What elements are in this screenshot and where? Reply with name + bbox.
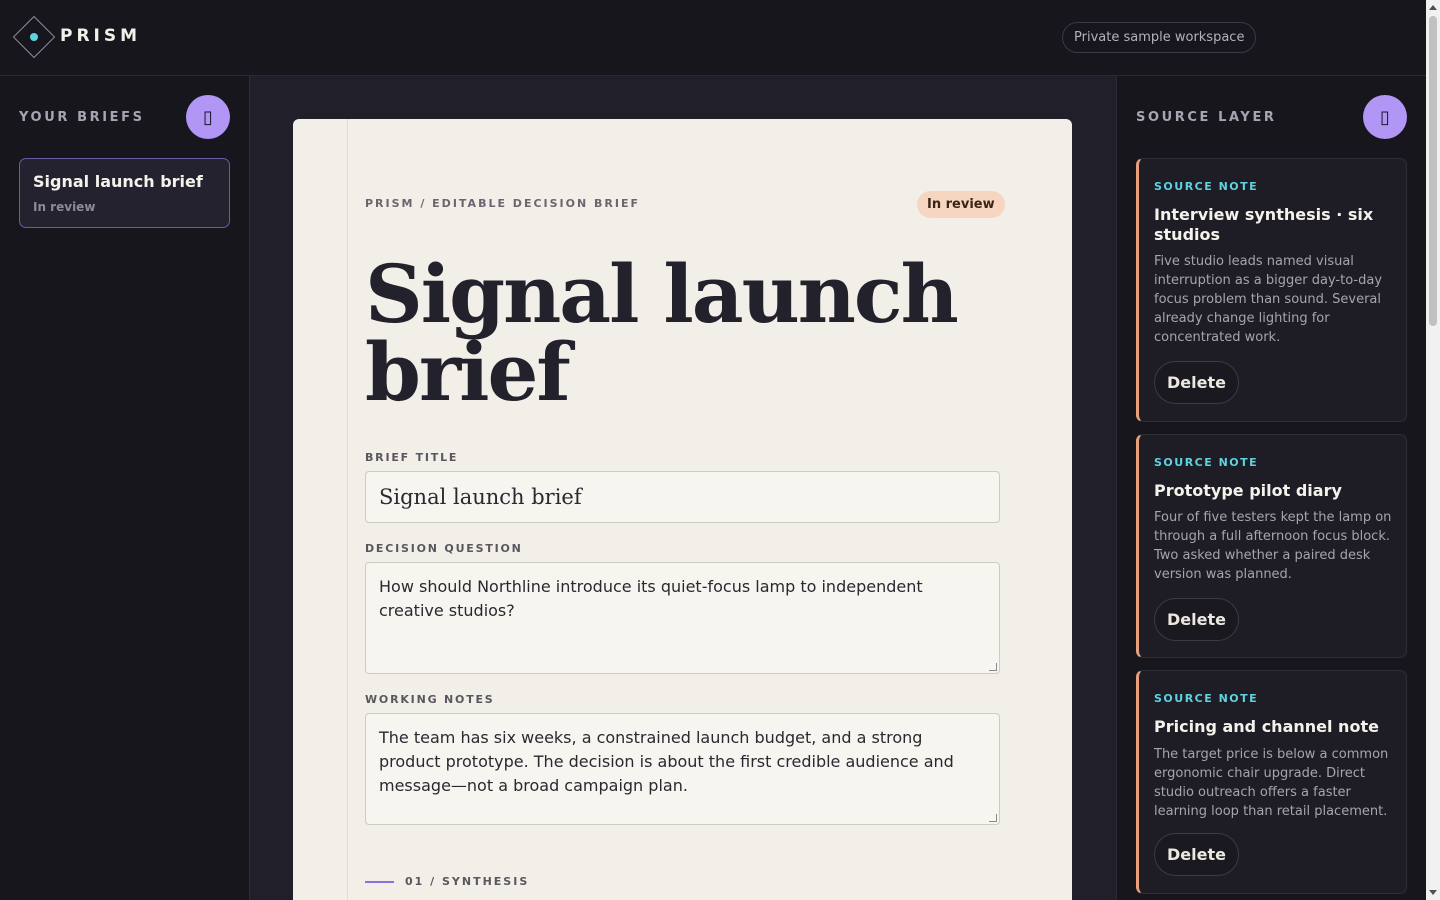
source-layer-panel: SOURCE LAYER ▯ SOURCE NOTE Interview syn… — [1116, 76, 1426, 900]
source-layer-title: SOURCE LAYER — [1136, 110, 1277, 125]
app-logo-text: PRISM — [60, 26, 142, 46]
decision-question-label: DECISION QUESTION — [365, 542, 523, 555]
source-note-card: SOURCE NOTE Prototype pilot diary Four o… — [1136, 434, 1407, 658]
workspace-badge: Private sample workspace — [1062, 22, 1257, 53]
section-heading: 01 / SYNTHESIS — [365, 875, 529, 888]
scroll-down-arrow-icon[interactable] — [1429, 890, 1437, 895]
delete-note-button[interactable]: Delete — [1154, 361, 1239, 404]
brief-item-status: In review — [33, 200, 96, 214]
source-note-body: Four of five testers kept the lamp on th… — [1154, 510, 1392, 582]
working-notes-text: The team has six weeks, a constrained la… — [379, 728, 954, 795]
top-bar: PRISM Private sample workspace — [0, 0, 1426, 76]
scrollbar-thumb[interactable] — [1429, 16, 1437, 326]
source-note-card: SOURCE NOTE Pricing and channel note The… — [1136, 670, 1407, 894]
working-notes-textarea[interactable]: The team has six weeks, a constrained la… — [365, 713, 1000, 825]
decision-question-textarea[interactable]: How should Northline introduce its quiet… — [365, 562, 1000, 674]
briefs-sidebar: YOUR BRIEFS ▯ Signal launch brief In rev… — [0, 76, 250, 900]
source-note-title: Interview synthesis · six studios — [1154, 205, 1374, 244]
sidebar-title: YOUR BRIEFS — [19, 110, 145, 125]
source-note-title: Pricing and channel note — [1154, 717, 1379, 736]
source-note-kicker: SOURCE NOTE — [1154, 180, 1259, 193]
brief-editor-area: PRISM / EDITABLE DECISION BRIEF In revie… — [250, 76, 1116, 900]
plus-icon: ▯ — [1380, 106, 1390, 128]
section-rule — [365, 880, 394, 883]
delete-note-button[interactable]: Delete — [1154, 833, 1239, 876]
brief-title-label: BRIEF TITLE — [365, 451, 459, 464]
source-note-body: The target price is below a common ergon… — [1154, 747, 1389, 819]
brief-item-name: Signal launch brief — [33, 172, 203, 191]
add-brief-button[interactable]: ▯ — [186, 95, 230, 139]
page-title: Signal launch brief — [365, 247, 959, 419]
resize-handle-icon[interactable] — [989, 814, 997, 822]
section-label: 01 / SYNTHESIS — [405, 875, 530, 888]
logo-dot-icon — [30, 33, 38, 41]
source-note-body: Five studio leads named visual interrupt… — [1154, 254, 1383, 345]
delete-note-button[interactable]: Delete — [1154, 598, 1239, 641]
brief-title-input[interactable]: Signal launch brief — [365, 471, 1000, 523]
decision-question-text: How should Northline introduce its quiet… — [379, 577, 923, 620]
page-scrollbar[interactable] — [1426, 0, 1440, 900]
resize-handle-icon[interactable] — [989, 663, 997, 671]
brief-paper: PRISM / EDITABLE DECISION BRIEF In revie… — [293, 119, 1072, 900]
source-note-title: Prototype pilot diary — [1154, 481, 1342, 500]
source-note-kicker: SOURCE NOTE — [1154, 456, 1259, 469]
scroll-up-arrow-icon[interactable] — [1429, 5, 1437, 10]
status-badge: In review — [917, 191, 1005, 218]
brief-list-item[interactable]: Signal launch brief In review — [19, 158, 230, 228]
margin-rule — [347, 119, 348, 900]
brief-kicker: PRISM / EDITABLE DECISION BRIEF — [365, 197, 640, 210]
working-notes-label: WORKING NOTES — [365, 693, 495, 706]
plus-icon: ▯ — [203, 106, 213, 128]
source-note-kicker: SOURCE NOTE — [1154, 692, 1259, 705]
source-note-card: SOURCE NOTE Interview synthesis · six st… — [1136, 158, 1407, 422]
add-source-button[interactable]: ▯ — [1363, 95, 1407, 139]
